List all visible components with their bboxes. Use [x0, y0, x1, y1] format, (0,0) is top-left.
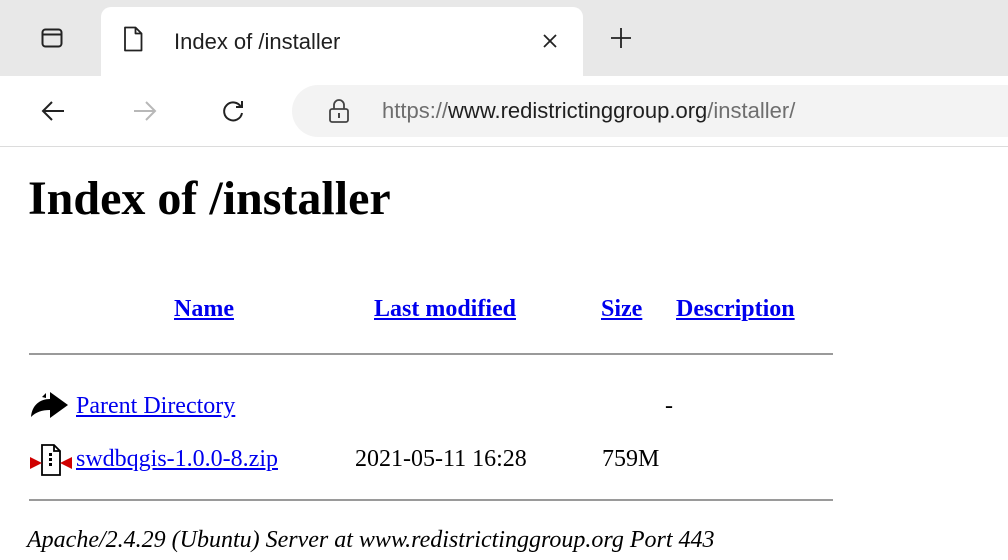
forward-arrow-icon	[134, 101, 157, 121]
compressed-file-icon	[30, 444, 72, 476]
server-signature: Apache/2.4.29 (Ubuntu) Server at www.red…	[27, 527, 715, 553]
back-arrow-icon	[41, 101, 64, 121]
tab-actions-button[interactable]	[22, 16, 82, 60]
url-host: www.redistrictinggroup.org	[448, 98, 708, 123]
row-size: 759M	[602, 446, 660, 472]
close-icon	[543, 34, 557, 48]
browser-tab-active[interactable]: Index of /installer	[101, 7, 583, 76]
new-tab-button[interactable]	[599, 16, 643, 60]
url-path: /installer/	[707, 98, 796, 123]
file-link[interactable]: swdbqgis-1.0.0-8.zip	[76, 446, 278, 473]
url-text[interactable]: https://www.redistrictinggroup.org/insta…	[382, 98, 795, 124]
column-header-size[interactable]: Size	[601, 296, 642, 323]
page-content: Index of /installer Name Last modified S…	[0, 147, 1008, 560]
divider-top	[29, 353, 833, 355]
lock-icon	[329, 99, 349, 123]
column-header-name[interactable]: Name	[174, 296, 234, 323]
back-button[interactable]	[30, 88, 76, 134]
reload-icon	[223, 101, 243, 122]
row-size: -	[665, 393, 673, 419]
address-bar[interactable]: https://www.redistrictinggroup.org/insta…	[292, 85, 1008, 137]
column-header-last-modified[interactable]: Last modified	[374, 296, 516, 323]
reload-button[interactable]	[210, 88, 256, 134]
back-folder-icon	[31, 392, 68, 418]
divider-bottom	[29, 499, 833, 501]
forward-button[interactable]	[122, 88, 168, 134]
page-title: Index of /installer	[28, 172, 391, 225]
parent-directory-link[interactable]: Parent Directory	[76, 393, 235, 420]
column-header-description[interactable]: Description	[676, 296, 795, 323]
tab-title: Index of /installer	[174, 29, 341, 54]
row-last-modified: 2021-05-11 16:28	[355, 446, 527, 472]
tab-close-button[interactable]	[532, 23, 568, 59]
plus-icon	[611, 28, 631, 48]
tab-actions-icon	[41, 28, 63, 48]
tab-strip: Index of /installer	[0, 0, 1008, 76]
navigation-toolbar: https://www.redistrictinggroup.org/insta…	[0, 76, 1008, 147]
page-icon	[124, 26, 143, 52]
url-protocol: https://	[382, 98, 449, 123]
